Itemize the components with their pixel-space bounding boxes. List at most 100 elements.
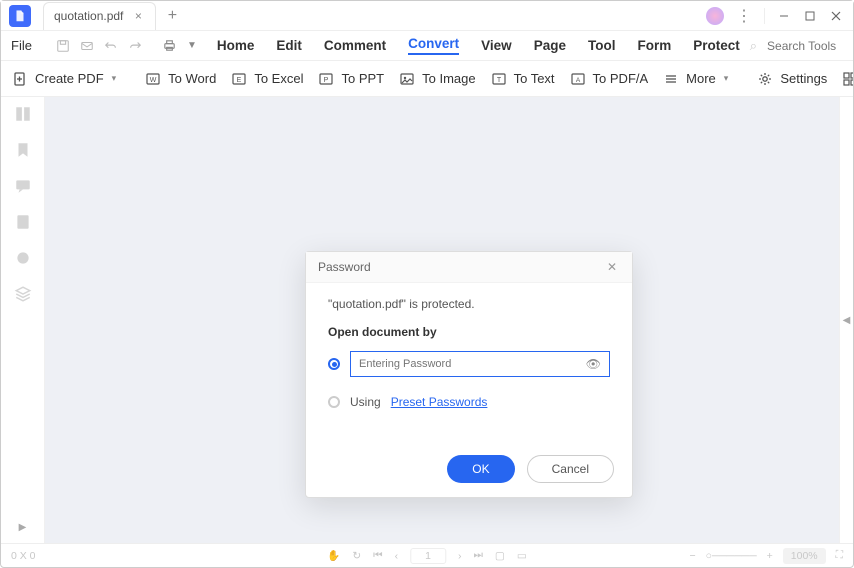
search-panel-icon[interactable]: [14, 249, 32, 267]
open-document-by-label: Open document by: [328, 325, 610, 339]
convert-toolbar: Create PDF ▾ W To Word E To Excel P To P…: [1, 61, 853, 97]
fit-page-icon[interactable]: ▢: [495, 550, 505, 562]
first-page-icon[interactable]: ⏮: [373, 549, 382, 562]
word-icon: W: [144, 70, 162, 88]
preset-passwords-link[interactable]: Preset Passwords: [391, 395, 488, 409]
svg-text:P: P: [324, 77, 329, 84]
document-canvas: Password ✕ "quotation.pdf" is protected.…: [45, 97, 839, 543]
menubar: File ▼ Home Edit Comment Convert View Pa…: [1, 31, 853, 61]
using-label: Using: [350, 395, 381, 409]
settings-button[interactable]: Settings: [756, 70, 827, 88]
search-icon: ⌕: [750, 38, 757, 54]
menu-tool[interactable]: Tool: [588, 38, 616, 53]
to-image-button[interactable]: To Image: [398, 70, 475, 88]
settings-label: Settings: [780, 71, 827, 86]
comment-icon[interactable]: [14, 177, 32, 195]
menu-page[interactable]: Page: [534, 38, 566, 53]
svg-text:W: W: [150, 77, 157, 84]
attachment-icon[interactable]: [14, 213, 32, 231]
prev-page-icon[interactable]: ‹: [395, 550, 399, 562]
kebab-menu-icon[interactable]: ⋮: [736, 6, 752, 26]
print-icon[interactable]: [162, 37, 177, 55]
menu-file[interactable]: File: [11, 38, 32, 53]
create-pdf-icon: [11, 70, 29, 88]
menu-home[interactable]: Home: [217, 38, 255, 53]
hand-tool-icon[interactable]: ✋: [327, 549, 340, 562]
user-avatar[interactable]: [706, 7, 724, 25]
to-excel-label: To Excel: [254, 71, 303, 86]
fit-width-icon[interactable]: ▭: [517, 550, 527, 562]
to-word-label: To Word: [168, 71, 216, 86]
dialog-title: Password: [318, 260, 371, 274]
new-tab-button[interactable]: +: [162, 7, 182, 25]
undo-icon[interactable]: [104, 37, 118, 55]
app-logo: [9, 5, 31, 27]
password-dialog: Password ✕ "quotation.pdf" is protected.…: [305, 251, 633, 498]
save-icon[interactable]: [56, 37, 70, 55]
to-text-button[interactable]: T To Text: [490, 70, 555, 88]
image-icon: [398, 70, 416, 88]
radio-preset-password[interactable]: [328, 396, 340, 408]
zoom-slider-icon[interactable]: ○──────: [706, 550, 757, 562]
menu-comment[interactable]: Comment: [324, 38, 386, 53]
document-tab[interactable]: quotation.pdf ×: [43, 2, 156, 30]
svg-text:E: E: [237, 77, 242, 84]
last-page-icon[interactable]: ⏭: [473, 549, 482, 562]
to-word-button[interactable]: W To Word: [144, 70, 216, 88]
excel-icon: E: [230, 70, 248, 88]
to-ppt-button[interactable]: P To PPT: [317, 70, 384, 88]
print-dropdown-icon[interactable]: ▼: [187, 37, 197, 55]
layers-icon[interactable]: [14, 285, 32, 303]
tab-close-icon[interactable]: ×: [131, 9, 145, 23]
password-input[interactable]: [359, 358, 586, 370]
fullscreen-icon[interactable]: ⛶: [836, 549, 843, 562]
menu-protect[interactable]: Protect: [693, 38, 740, 53]
batch-convert-button[interactable]: Batch Conve ›: [841, 70, 853, 88]
batch-icon: [841, 70, 853, 88]
to-image-label: To Image: [422, 71, 475, 86]
password-input-wrapper: 👁: [350, 351, 610, 377]
redo-icon[interactable]: [128, 37, 142, 55]
tab-title: quotation.pdf: [54, 9, 123, 23]
left-sidebar: ▶: [1, 97, 45, 543]
statusbar: 0 X 0 ✋ ↻ ⏮ ‹ 1 › ⏭ ▢ ▭ − ○────── + 100%…: [1, 543, 853, 567]
dialog-close-icon[interactable]: ✕: [604, 260, 620, 274]
right-sidebar[interactable]: ◀: [839, 97, 853, 543]
to-pdfa-button[interactable]: A To PDF/A: [569, 70, 649, 88]
chevron-down-icon: ▾: [724, 73, 729, 84]
bookmark-icon[interactable]: [14, 141, 32, 159]
search-input[interactable]: [767, 39, 854, 53]
expand-sidebar-icon[interactable]: ▶: [19, 522, 27, 533]
to-ppt-label: To PPT: [341, 71, 384, 86]
menu-form[interactable]: Form: [637, 38, 671, 53]
zoom-out-icon[interactable]: −: [690, 550, 696, 562]
svg-text:T: T: [496, 77, 501, 84]
chevron-down-icon: ▾: [112, 73, 117, 84]
dialog-message: "quotation.pdf" is protected.: [328, 297, 610, 311]
window-maximize-icon[interactable]: [803, 9, 817, 23]
ok-button[interactable]: OK: [447, 455, 514, 483]
window-minimize-icon[interactable]: [777, 9, 791, 23]
radio-enter-password[interactable]: [328, 358, 340, 370]
zoom-in-icon[interactable]: +: [767, 550, 773, 562]
page-number[interactable]: 1: [410, 548, 446, 564]
next-page-icon[interactable]: ›: [458, 550, 462, 562]
show-password-icon[interactable]: 👁: [586, 357, 601, 371]
dimensions-label: 0 X 0: [11, 550, 36, 562]
menu-edit[interactable]: Edit: [276, 38, 302, 53]
mail-icon[interactable]: [80, 37, 94, 55]
rotate-icon[interactable]: ↻: [352, 550, 361, 562]
more-icon: [662, 70, 680, 88]
pdfa-icon: A: [569, 70, 587, 88]
to-pdfa-label: To PDF/A: [593, 71, 649, 86]
menu-view[interactable]: View: [481, 38, 512, 53]
zoom-percent[interactable]: 100%: [783, 548, 826, 564]
menu-convert[interactable]: Convert: [408, 36, 459, 55]
thumbnails-icon[interactable]: [14, 105, 32, 123]
window-close-icon[interactable]: [829, 9, 843, 23]
create-pdf-button[interactable]: Create PDF ▾: [11, 70, 116, 88]
svg-text:A: A: [575, 77, 580, 84]
to-excel-button[interactable]: E To Excel: [230, 70, 303, 88]
more-button[interactable]: More ▾: [662, 70, 728, 88]
cancel-button[interactable]: Cancel: [527, 455, 614, 483]
